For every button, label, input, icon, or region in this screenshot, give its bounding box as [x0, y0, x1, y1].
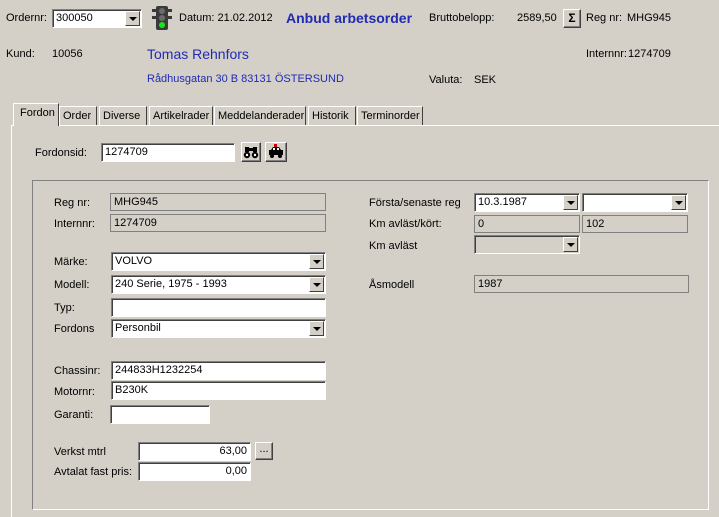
bruttobelopp-value: 2589,50: [517, 12, 557, 24]
avtalat-input[interactable]: 0,00: [138, 462, 251, 481]
vehicle-regnr-label: Reg nr:: [54, 197, 91, 209]
chevron-down-icon[interactable]: [125, 11, 140, 26]
kund-label: Kund:: [6, 48, 35, 60]
motornr-input[interactable]: B230K: [111, 381, 326, 400]
ordernr-value: 300050: [56, 12, 93, 24]
fordonsid-input[interactable]: 1274709: [101, 143, 235, 162]
regnr-value-header: MHG945: [627, 12, 672, 24]
customer-name[interactable]: Tomas Rehnfors: [147, 46, 249, 62]
marke-label: Märke:: [54, 256, 88, 268]
chevron-down-icon[interactable]: [309, 277, 324, 292]
vehicle-internnr-label: Internnr:: [54, 218, 95, 230]
chassinr-label: Chassinr:: [54, 365, 101, 377]
km-avlast-kort-label: Km avläst/kört:: [369, 218, 442, 230]
modell-label: Modell:: [54, 279, 90, 291]
forsta-label: Första/senaste reg: [369, 197, 461, 209]
valuta-value: SEK: [474, 74, 497, 86]
verkst-label: Verkst mtrl: [54, 446, 106, 458]
car-icon: [269, 144, 283, 158]
senaste-reg-select[interactable]: [582, 193, 688, 212]
tab-artikelrader[interactable]: Artikelrader: [149, 106, 213, 125]
fordonstyp-select[interactable]: Personbil: [111, 319, 326, 338]
typ-input[interactable]: [111, 298, 326, 317]
km-kort-field: 102: [582, 215, 688, 233]
regnr-label-header: Reg nr:: [586, 12, 623, 24]
fordonsid-label: Fordonsid:: [35, 147, 87, 159]
tab-historik[interactable]: Historik: [308, 106, 356, 125]
page-title: Anbud arbetsorder: [286, 10, 413, 26]
chevron-down-icon[interactable]: [309, 321, 324, 336]
marke-select[interactable]: VOLVO: [111, 252, 326, 271]
km-avlast-select[interactable]: [474, 235, 580, 254]
sum-button[interactable]: Σ: [563, 9, 581, 28]
avtalat-label: Avtalat fast pris:: [54, 466, 133, 478]
typ-label: Typ:: [54, 302, 75, 314]
customer-address: Rådhusgatan 30 B 83131 ÖSTERSUND: [147, 73, 344, 85]
tab-terminorder[interactable]: Terminorder: [357, 106, 423, 125]
chevron-down-icon[interactable]: [563, 237, 578, 252]
valuta-label: Valuta:: [429, 74, 463, 86]
garanti-input[interactable]: [110, 405, 210, 424]
asmodell-field: 1987: [474, 275, 689, 293]
datum-text: Datum: 21.02.2012: [179, 12, 273, 24]
binoculars-button[interactable]: [241, 142, 261, 162]
tab-fordon[interactable]: Fordon: [13, 103, 59, 126]
internnr-value-header: 1274709: [628, 48, 671, 60]
motornr-label: Motornr:: [54, 386, 95, 398]
vehicle-button[interactable]: [265, 142, 287, 162]
ordernr-combo[interactable]: 300050: [52, 9, 142, 28]
garanti-label: Garanti:: [54, 409, 94, 421]
modell-select[interactable]: 240 Serie, 1975 - 1993: [111, 275, 326, 294]
km-avlast-label: Km avläst: [369, 240, 418, 252]
tab-diverse[interactable]: Diverse: [99, 106, 147, 125]
traffic-light-icon[interactable]: [151, 6, 173, 30]
forsta-reg-select[interactable]: 10.3.1987: [474, 193, 580, 212]
tab-meddelanderader[interactable]: Meddelanderader: [214, 106, 306, 125]
binoculars-icon: [243, 147, 259, 159]
verkst-more-button[interactable]: ...: [255, 442, 273, 460]
chevron-down-icon[interactable]: [309, 254, 324, 269]
sigma-icon: Σ: [568, 11, 576, 25]
tab-order[interactable]: Order: [59, 106, 97, 125]
ordernr-label: Ordernr:: [6, 12, 47, 24]
verkst-input[interactable]: 63,00: [138, 442, 251, 461]
chevron-down-icon[interactable]: [563, 195, 578, 210]
internnr-label-header: Internnr:: [586, 48, 627, 60]
km-avlast-field: 0: [474, 215, 580, 233]
fordons-label: Fordons: [54, 323, 95, 335]
asmodell-label: Åsmodell: [369, 279, 415, 291]
kund-value: 10056: [52, 48, 83, 60]
vehicle-internnr-field: 1274709: [110, 214, 326, 232]
bruttobelopp-label: Bruttobelopp:: [429, 12, 495, 24]
vehicle-regnr-field: MHG945: [110, 193, 326, 211]
chevron-down-icon[interactable]: [671, 195, 686, 210]
chassinr-input[interactable]: 244833H1232254: [111, 361, 326, 380]
